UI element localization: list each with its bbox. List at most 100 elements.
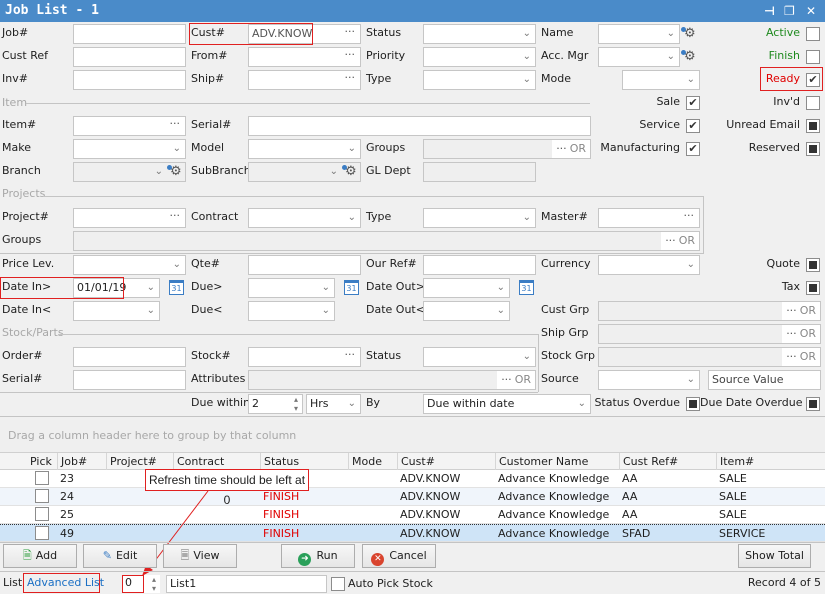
spinner-arrows-icon[interactable]: ▴ ▾ (152, 575, 156, 593)
due-within-unit-select[interactable]: Hrs ⌄ (306, 394, 361, 414)
master-no-input[interactable]: ··· (598, 208, 700, 228)
column-header-project[interactable]: Project# (106, 453, 173, 470)
ellipsis-icon[interactable]: ··· (665, 234, 676, 247)
run-button[interactable]: ➜ Run (281, 544, 355, 568)
column-header-pick[interactable]: Pick (24, 453, 57, 470)
by-select[interactable]: Due within date ⌄ (423, 394, 591, 414)
project-type-select[interactable]: ⌄ (423, 208, 536, 228)
contract-select[interactable]: ⌄ (248, 208, 361, 228)
due-gt-input[interactable]: ⌄ (248, 278, 335, 298)
calendar-icon[interactable]: 31 (519, 280, 534, 295)
add-button[interactable]: 🗎 Add (3, 544, 77, 568)
ellipsis-icon[interactable]: ··· (170, 117, 181, 133)
cust-grp-input[interactable]: ··· OR (598, 301, 821, 321)
groups-input[interactable]: ··· OR (423, 139, 591, 159)
reserved-checkbox[interactable] (806, 142, 820, 156)
mode-select[interactable]: ⌄ (622, 70, 700, 90)
pick-checkbox[interactable] (35, 526, 49, 540)
edit-button[interactable]: ✎ Edit (83, 544, 157, 568)
date-out-lt-input[interactable]: ⌄ (423, 301, 510, 321)
restore-icon[interactable]: ❐ (784, 4, 795, 18)
column-header-contract[interactable]: Contract (173, 453, 260, 470)
or-toggle[interactable]: ··· OR (497, 371, 535, 389)
job-no-input[interactable] (73, 24, 186, 44)
table-row[interactable]: 23 ADV.KNOW Advance Knowledge AA SALE (0, 470, 825, 488)
table-row[interactable]: 49 FINISH ADV.KNOW Advance Knowledge SFAD SER… (0, 524, 825, 542)
group-by-panel[interactable]: Drag a column header here to group by th… (0, 420, 825, 452)
close-icon[interactable]: ✕ (806, 4, 816, 18)
column-header-customer-name[interactable]: Customer Name (495, 453, 619, 470)
item-no-input[interactable]: ··· (73, 116, 186, 136)
attributes-input[interactable]: ··· OR (248, 370, 536, 390)
currency-select[interactable]: ⌄ (598, 255, 700, 275)
auto-pick-stock-checkbox[interactable] (331, 577, 345, 591)
cust-ref-input[interactable] (73, 47, 186, 67)
date-out-gt-input[interactable]: ⌄ (423, 278, 510, 298)
ellipsis-icon[interactable]: ··· (501, 373, 512, 386)
ship-grp-input[interactable]: ··· OR (598, 324, 821, 344)
gl-dept-input[interactable] (423, 162, 536, 182)
or-toggle[interactable]: ··· OR (782, 302, 820, 320)
stock-no-input[interactable]: ··· (248, 347, 361, 367)
project-no-input[interactable]: ··· (73, 208, 186, 228)
table-row[interactable]: 24 FINISH ADV.KNOW Advance Knowledge AA SALE (0, 488, 825, 506)
gear-icon[interactable]: ⚙ (342, 164, 357, 179)
serial-no-input[interactable] (248, 116, 591, 136)
invd-checkbox[interactable] (806, 96, 820, 110)
or-toggle[interactable]: ··· OR (782, 325, 820, 343)
column-header-item[interactable]: Item# (716, 453, 821, 470)
manufacturing-checkbox[interactable]: ✔ (686, 142, 700, 156)
view-button[interactable]: 🗏 View (163, 544, 237, 568)
column-header-job[interactable]: Job# (57, 453, 106, 470)
source-select[interactable]: ⌄ (598, 370, 700, 390)
pick-checkbox[interactable] (35, 489, 49, 503)
stock-status-select[interactable]: ⌄ (423, 347, 536, 367)
pick-checkbox[interactable] (35, 471, 49, 485)
due-date-overdue-checkbox[interactable] (806, 397, 820, 411)
column-header-mode[interactable]: Mode (348, 453, 397, 470)
ellipsis-icon[interactable]: ··· (170, 209, 181, 225)
ellipsis-icon[interactable]: ··· (345, 71, 356, 87)
active-checkbox[interactable] (806, 27, 820, 41)
inv-no-input[interactable] (73, 70, 186, 90)
column-header-cust[interactable]: Cust# (397, 453, 495, 470)
gear-icon[interactable]: ⚙ (681, 26, 696, 41)
ellipsis-icon[interactable]: ··· (786, 327, 797, 340)
pick-checkbox[interactable] (35, 507, 49, 521)
calendar-icon[interactable]: 31 (344, 280, 359, 295)
show-total-button[interactable]: Show Total (738, 544, 811, 568)
due-within-spinner[interactable]: 2 ▴ ▾ (248, 394, 303, 414)
column-header-cust-ref[interactable]: Cust Ref# (619, 453, 716, 470)
stock-serial-input[interactable] (73, 370, 186, 390)
ellipsis-icon[interactable]: ··· (684, 209, 695, 225)
model-select[interactable]: ⌄ (248, 139, 361, 159)
from-no-input[interactable]: ··· (248, 47, 361, 67)
ship-no-input[interactable]: ··· (248, 70, 361, 90)
cancel-button[interactable]: ✕ Cancel (362, 544, 436, 568)
priority-select[interactable]: ⌄ (423, 47, 536, 67)
column-header-status[interactable]: Status (260, 453, 348, 470)
price-lev-select[interactable]: ⌄ (73, 255, 186, 275)
ellipsis-icon[interactable]: ··· (345, 348, 356, 364)
source-value-input[interactable]: Source Value (708, 370, 821, 390)
gear-icon[interactable]: ⚙ (167, 164, 182, 179)
table-row[interactable]: 25 FINISH ADV.KNOW Advance Knowledge AA SALE (0, 506, 825, 524)
calendar-icon[interactable]: 31 (169, 280, 184, 295)
status-select[interactable]: ⌄ (423, 24, 536, 44)
ellipsis-icon[interactable]: ··· (786, 304, 797, 317)
quote-checkbox[interactable] (806, 258, 820, 272)
or-toggle[interactable]: ··· OR (552, 140, 590, 158)
name-select[interactable]: ⌄ (598, 24, 680, 44)
type-select[interactable]: ⌄ (423, 70, 536, 90)
our-ref-input[interactable] (423, 255, 536, 275)
ellipsis-icon[interactable]: ··· (345, 25, 356, 41)
list-name-input[interactable]: List1 (166, 575, 327, 593)
project-groups-input[interactable]: ··· OR (73, 231, 700, 251)
status-overdue-checkbox[interactable] (686, 397, 700, 411)
due-lt-input[interactable]: ⌄ (248, 301, 335, 321)
order-no-input[interactable] (73, 347, 186, 367)
tax-checkbox[interactable] (806, 281, 820, 295)
unread-email-checkbox[interactable] (806, 119, 820, 133)
or-toggle[interactable]: ··· OR (782, 348, 820, 366)
qte-no-input[interactable] (248, 255, 361, 275)
